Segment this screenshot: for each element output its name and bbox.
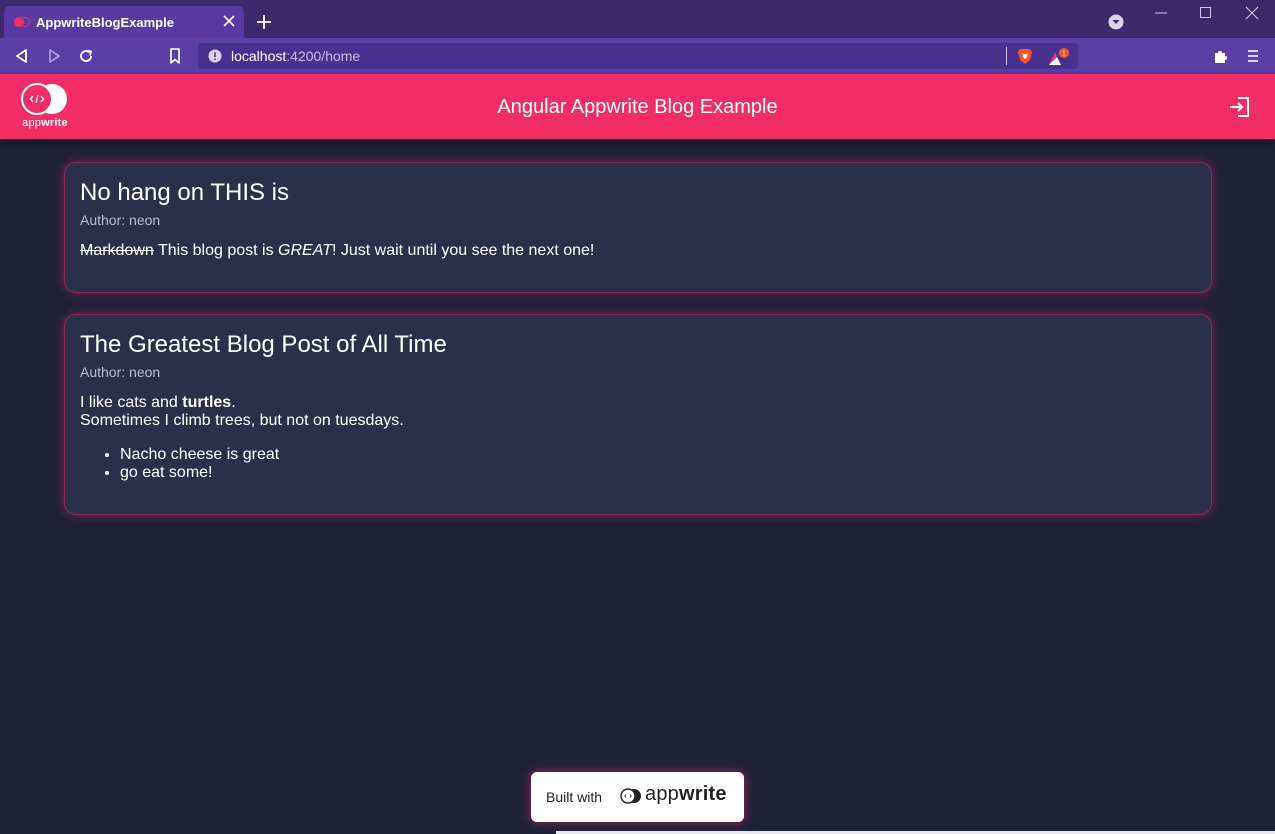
forward-icon[interactable] — [45, 47, 63, 65]
browser-tab-strip: AppwriteBlogExample — [0, 0, 1275, 38]
rewards-badge-count: 1 — [1062, 51, 1066, 58]
bookmark-icon[interactable] — [166, 47, 184, 65]
blog-post-card: No hang on THIS is Author: neon Markdown… — [64, 162, 1212, 293]
app-header: appwrite Angular Appwrite Blog Example — [0, 74, 1275, 139]
post-list: Nacho cheese is great go eat some! — [80, 446, 1196, 482]
new-tab-icon[interactable] — [255, 13, 273, 31]
back-icon[interactable] — [13, 47, 31, 65]
url-text: localhost:4200/home — [231, 48, 361, 64]
post-author: Author: neon — [80, 364, 161, 380]
post-paragraph: I like cats and turtles. — [80, 394, 236, 411]
minimize-icon[interactable] — [1154, 6, 1168, 20]
post-author: Author: neon — [80, 212, 161, 228]
maximize-icon[interactable] — [1199, 6, 1213, 20]
tab-search-dropdown-icon[interactable] — [1108, 14, 1124, 30]
post-content: I like cats and turtles. Sometimes I cli… — [80, 394, 1196, 482]
close-window-icon[interactable] — [1245, 6, 1259, 20]
tab-title: AppwriteBlogExample — [36, 15, 174, 30]
appwrite-favicon-icon — [14, 17, 30, 27]
post-content: Markdown This blog post is GREAT! Just w… — [80, 242, 595, 259]
browser-toolbar: localhost:4200/home 1 — [0, 38, 1275, 74]
extensions-icon[interactable] — [1212, 47, 1230, 65]
url-divider — [1006, 47, 1007, 65]
built-with-appwrite-badge[interactable]: Built with appwrite — [531, 772, 744, 822]
address-bar[interactable]: localhost:4200/home 1 — [198, 43, 1078, 69]
post-title: No hang on THIS is — [80, 179, 290, 206]
brave-rewards-icon[interactable]: 1 — [1048, 47, 1070, 67]
menu-icon[interactable] — [1244, 47, 1262, 65]
post-title: The Greatest Blog Post of All Time — [80, 331, 447, 358]
reload-icon[interactable] — [77, 47, 95, 65]
brave-shields-icon[interactable] — [1016, 47, 1034, 65]
appwrite-mark-icon — [620, 788, 641, 804]
list-item: Nacho cheese is great — [120, 446, 1196, 464]
page-title: Angular Appwrite Blog Example — [497, 96, 778, 118]
list-item: go eat some! — [120, 464, 1196, 482]
bold-text: turtles — [182, 394, 232, 411]
strikethrough-text: Markdown — [80, 242, 154, 259]
appwrite-wordmark: appwrite — [645, 783, 727, 805]
close-tab-icon[interactable] — [220, 12, 238, 30]
post-paragraph: Sometimes I climb trees, but not on tues… — [80, 412, 404, 429]
site-info-icon[interactable] — [208, 49, 222, 63]
browser-tab[interactable]: AppwriteBlogExample — [4, 6, 244, 38]
blog-post-card: The Greatest Blog Post of All Time Autho… — [64, 314, 1212, 515]
built-with-label: Built with — [546, 789, 603, 805]
italic-text: GREAT — [278, 242, 332, 259]
login-icon[interactable] — [1228, 96, 1250, 118]
